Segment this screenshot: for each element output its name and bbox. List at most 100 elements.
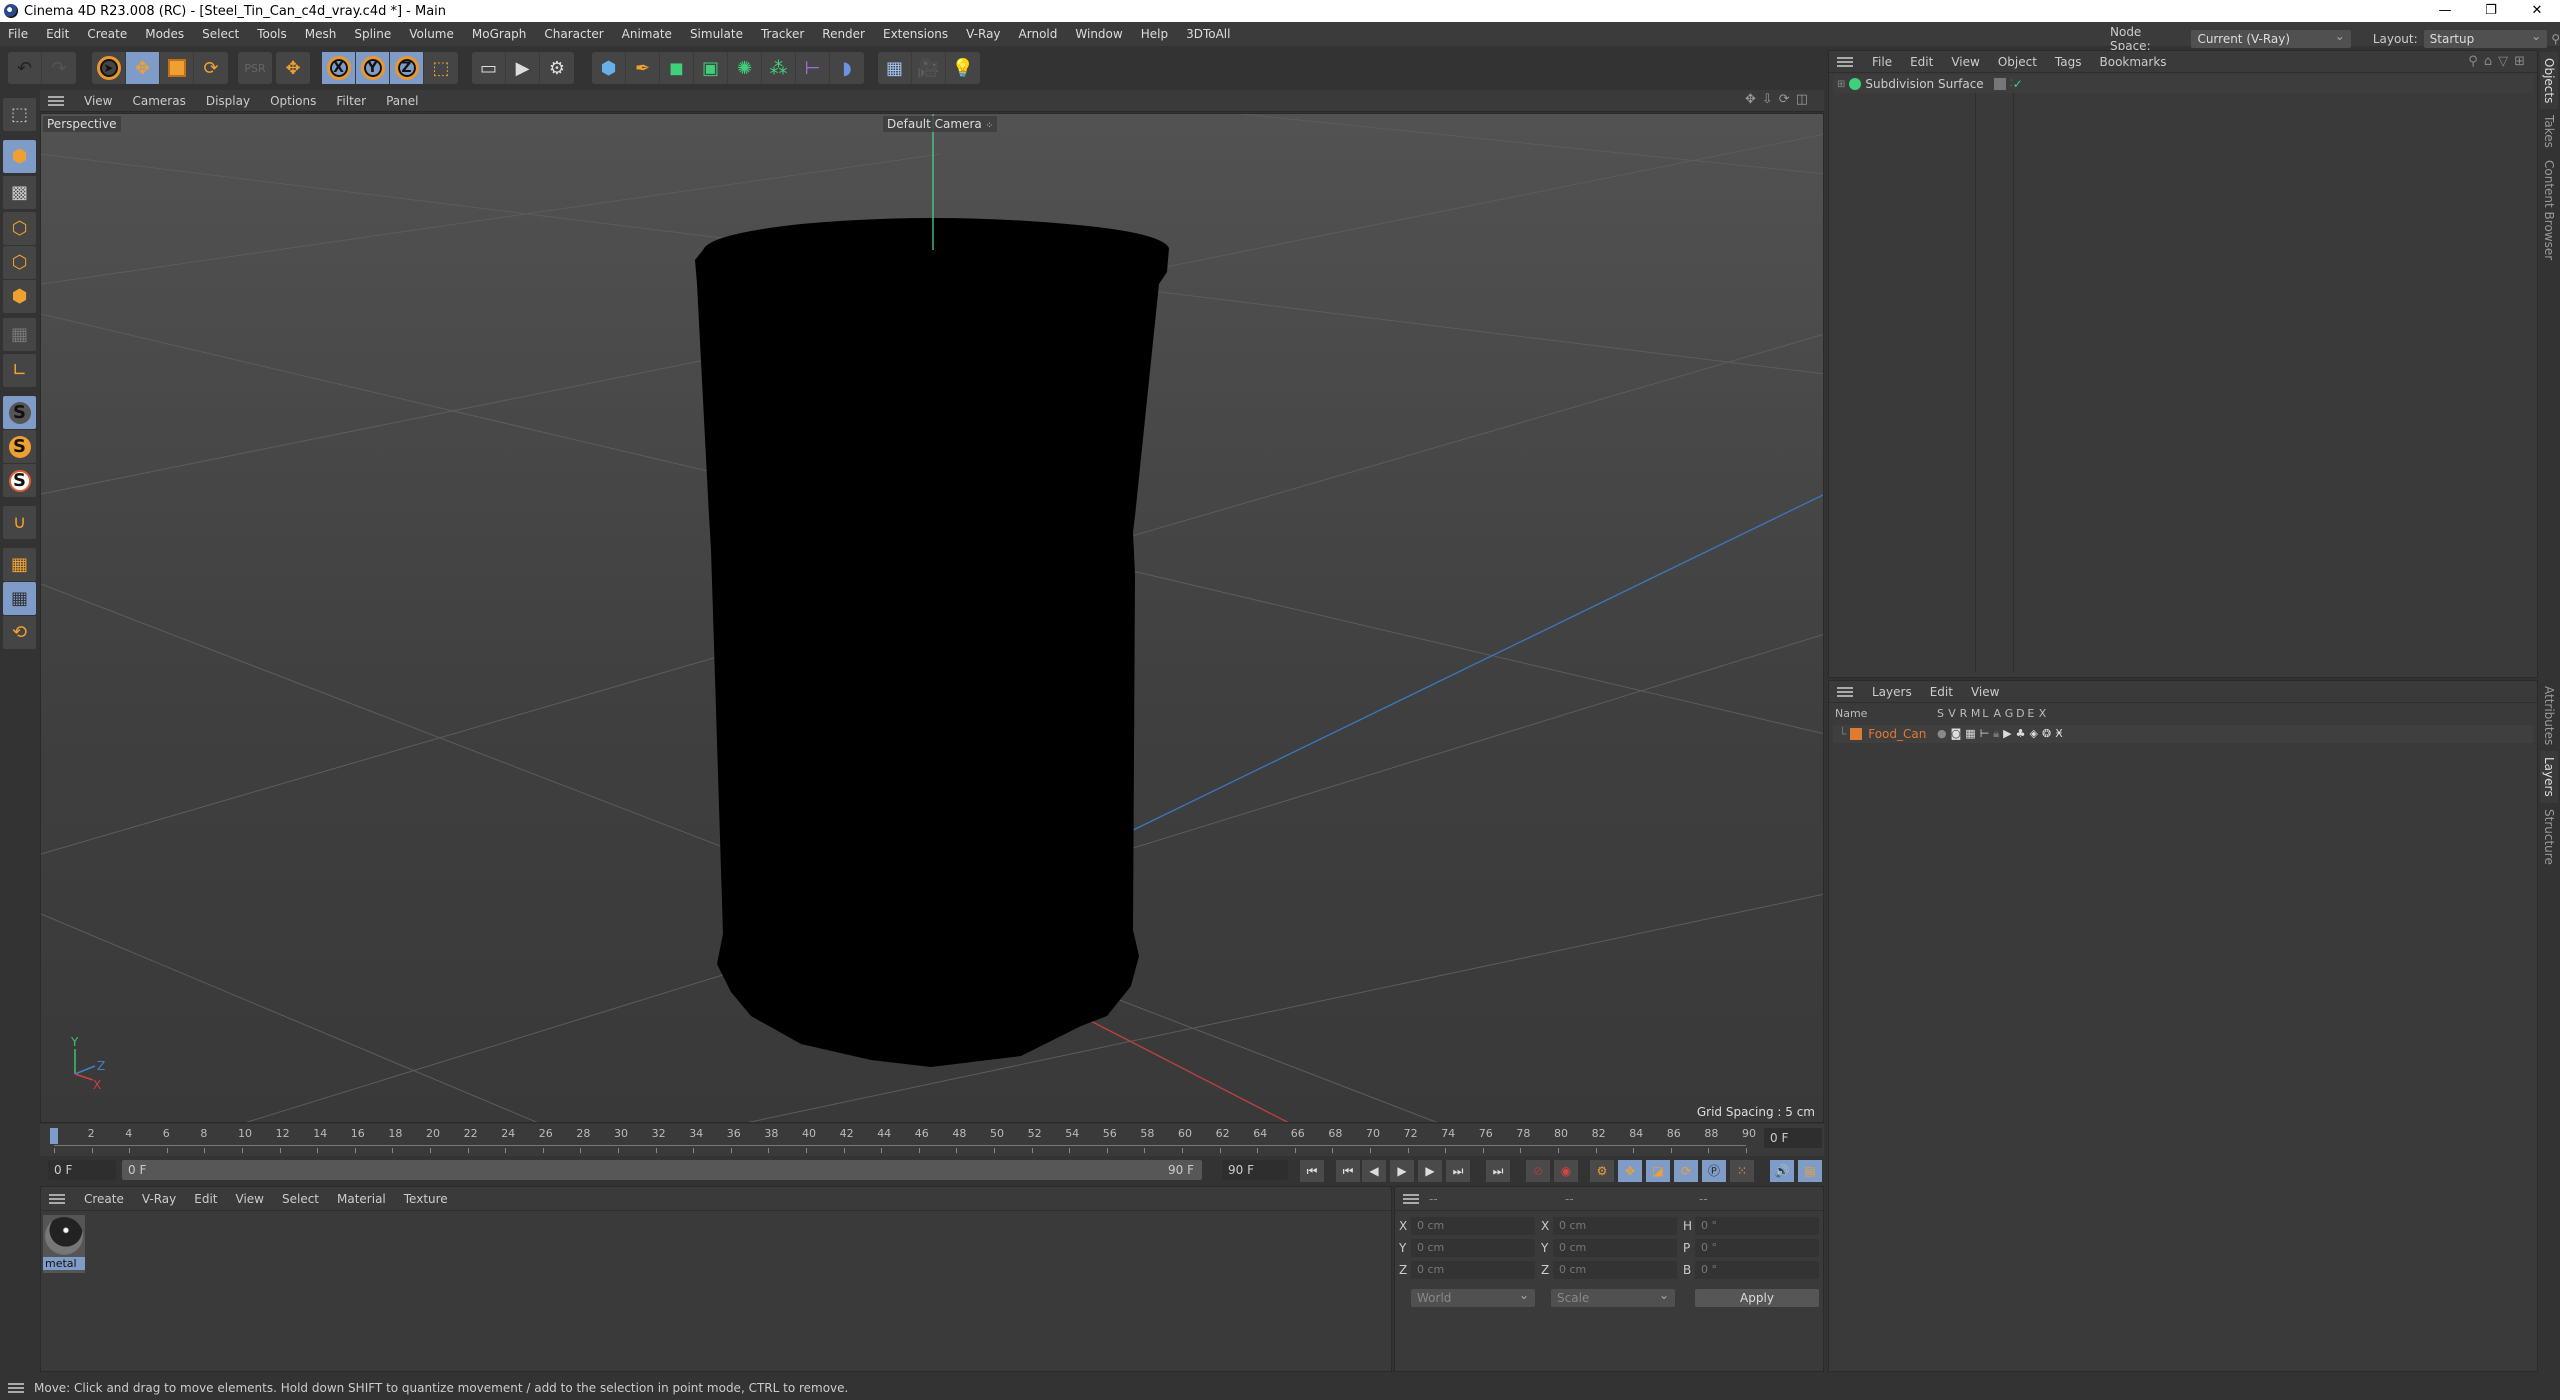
tab-content-browser[interactable]: Content Browser	[2540, 154, 2558, 266]
generators-icon[interactable]: ♣	[2016, 727, 2030, 740]
go-to-start-icon[interactable]: ⏮	[1300, 1160, 1324, 1182]
next-key-icon[interactable]: ⏭	[1446, 1160, 1470, 1182]
layout-dropdown[interactable]: Startup	[2423, 27, 2548, 48]
transform-icon[interactable]: ✥	[276, 52, 310, 84]
layer-column-header[interactable]: L	[1982, 707, 1988, 720]
apply-button[interactable]: Apply	[1695, 1289, 1819, 1307]
axis-mode-icon[interactable]: ∟	[3, 354, 36, 387]
coord-pos-field[interactable]: 0 cm	[1411, 1239, 1535, 1257]
play-icon[interactable]: ▶	[1390, 1160, 1414, 1182]
menu-extensions[interactable]: Extensions	[874, 22, 957, 46]
dolly-icon[interactable]: ⇩	[1762, 92, 1779, 107]
layers-menu-view[interactable]: View	[1962, 685, 2008, 699]
render-view-icon[interactable]: ▭	[472, 52, 506, 84]
layer-column-header[interactable]: G	[2005, 707, 2014, 720]
menu-volume[interactable]: Volume	[400, 22, 463, 46]
key-rotation-icon[interactable]: ⟳	[1674, 1160, 1698, 1182]
search-icon[interactable]: ⚲	[2468, 54, 2484, 69]
material-name[interactable]: metal	[43, 1257, 85, 1270]
layer-column-header[interactable]: V	[1948, 707, 1956, 720]
make-editable-icon[interactable]: ⬚	[3, 98, 36, 131]
key-position-icon[interactable]: ✥	[1618, 1160, 1642, 1182]
menu-tools[interactable]: Tools	[248, 22, 296, 46]
animation-icon[interactable]: ▶	[2003, 727, 2015, 740]
texture-mode-icon[interactable]: ▩	[3, 176, 36, 209]
light-icon[interactable]: 💡	[946, 52, 980, 84]
layer-name[interactable]: Food_Can	[1868, 727, 1926, 741]
viewport-menu-options[interactable]: Options	[260, 94, 326, 108]
expressions-icon[interactable]: ❂	[2042, 727, 2055, 740]
psr-reset-icon[interactable]: PSR	[238, 52, 272, 84]
objects-menu-view[interactable]: View	[1942, 55, 1988, 69]
coordinate-space-dropdown[interactable]: World	[1411, 1286, 1535, 1307]
status-hamburger-icon[interactable]	[8, 1383, 24, 1393]
menu-window[interactable]: Window	[1066, 22, 1131, 46]
coordinate-system-icon[interactable]: ⬚	[424, 52, 458, 84]
coordinates-hamburger-icon[interactable]	[1403, 1193, 1419, 1204]
objects-hamburger-icon[interactable]	[1837, 56, 1853, 67]
tab-takes[interactable]: Takes	[2540, 109, 2558, 154]
coord-rot-field[interactable]: 0 °	[1695, 1261, 1819, 1279]
layer-column-header[interactable]: R	[1960, 707, 1968, 720]
objects-menu-edit[interactable]: Edit	[1901, 55, 1942, 69]
bend-icon[interactable]: ◗	[830, 52, 864, 84]
maximize-view-icon[interactable]: ◫	[1796, 92, 1814, 107]
material-menu-texture[interactable]: Texture	[395, 1192, 457, 1206]
menu-render[interactable]: Render	[813, 22, 874, 46]
menu-mesh[interactable]: Mesh	[296, 22, 346, 46]
coord-pos-field[interactable]: 0 cm	[1411, 1261, 1535, 1279]
extrude-icon[interactable]: ▣	[694, 52, 728, 84]
live-select-icon[interactable]: ➤	[92, 52, 126, 84]
menu-edit[interactable]: Edit	[37, 22, 78, 46]
object-row-subdivision-surface[interactable]: ⊞ Subdivision Surface ⁚ ✓	[1833, 75, 2533, 93]
key-scale-icon[interactable]: ◪	[1646, 1160, 1670, 1182]
layer-tag-icon[interactable]	[1993, 78, 2006, 90]
coord-rot-field[interactable]: 0 °	[1695, 1217, 1819, 1235]
cube-icon[interactable]: ⬢	[592, 52, 626, 84]
render-picture-viewer-icon[interactable]: ▶	[506, 52, 540, 84]
layer-column-header[interactable]: S	[1937, 707, 1944, 720]
layer-column-header[interactable]: M	[1971, 707, 1981, 720]
filter-icon[interactable]: ▽	[2498, 54, 2514, 69]
record-icon[interactable]: ◉	[1554, 1160, 1578, 1182]
menu-create[interactable]: Create	[78, 22, 136, 46]
coord-rot-field[interactable]: 0 °	[1695, 1239, 1819, 1257]
mograph-icon[interactable]: ⁂	[762, 52, 796, 84]
menu-select[interactable]: Select	[193, 22, 248, 46]
menu-3dtoall[interactable]: 3DToAll	[1177, 22, 1239, 46]
viewport-menu-filter[interactable]: Filter	[326, 94, 376, 108]
pen-icon[interactable]: ✒	[626, 52, 660, 84]
workplane-snap-icon[interactable]: S	[3, 464, 36, 497]
tab-objects[interactable]: Objects	[2540, 52, 2558, 110]
layer-column-header[interactable]: A	[1994, 707, 2002, 720]
coord-size-field[interactable]: 0 cm	[1553, 1217, 1677, 1235]
layer-column-header[interactable]: E	[2027, 707, 2034, 720]
autokey-icon[interactable]: ⊘	[1526, 1160, 1550, 1182]
end-frame-field[interactable]: 90 F	[1222, 1160, 1288, 1180]
viewport-hamburger-icon[interactable]	[48, 95, 64, 106]
polygons-mode-icon[interactable]: ⬢	[3, 280, 36, 313]
menu-mograph[interactable]: MoGraph	[463, 22, 536, 46]
magnet-icon[interactable]: ∪	[3, 506, 36, 539]
frame-range-slider[interactable]: 0 F 90 F	[122, 1160, 1202, 1180]
home-icon[interactable]: ⌂	[2484, 54, 2498, 69]
align-workplane-icon[interactable]: ⟲	[3, 616, 36, 649]
redo-icon[interactable]: ↷	[42, 52, 76, 84]
coord-pos-field[interactable]: 0 cm	[1411, 1217, 1535, 1235]
undo-icon[interactable]: ↶	[8, 52, 42, 84]
menu-spline[interactable]: Spline	[345, 22, 400, 46]
material-menu-select[interactable]: Select	[273, 1192, 328, 1206]
menu-vray[interactable]: V-Ray	[957, 22, 1009, 46]
material-menu-material[interactable]: Material	[328, 1192, 395, 1206]
x-axis-icon[interactable]: X	[322, 52, 356, 84]
key-pla-icon[interactable]: ⁙	[1730, 1160, 1754, 1182]
sound-icon[interactable]: 🔊	[1770, 1160, 1794, 1182]
node-space-dropdown[interactable]: Current (V-Ray)	[2191, 27, 2351, 48]
manager-icon[interactable]: ⊢	[1980, 727, 1994, 740]
menu-help[interactable]: Help	[1132, 22, 1177, 46]
timeline-ruler[interactable]: 0246810121416182022242628303234363840424…	[40, 1124, 1824, 1156]
move-icon[interactable]: ✥	[126, 52, 160, 84]
timeline-icon[interactable]: ▤	[1798, 1160, 1822, 1182]
workplane-icon[interactable]: ▦	[3, 548, 36, 581]
edges-mode-icon[interactable]: ⬡	[3, 246, 36, 279]
